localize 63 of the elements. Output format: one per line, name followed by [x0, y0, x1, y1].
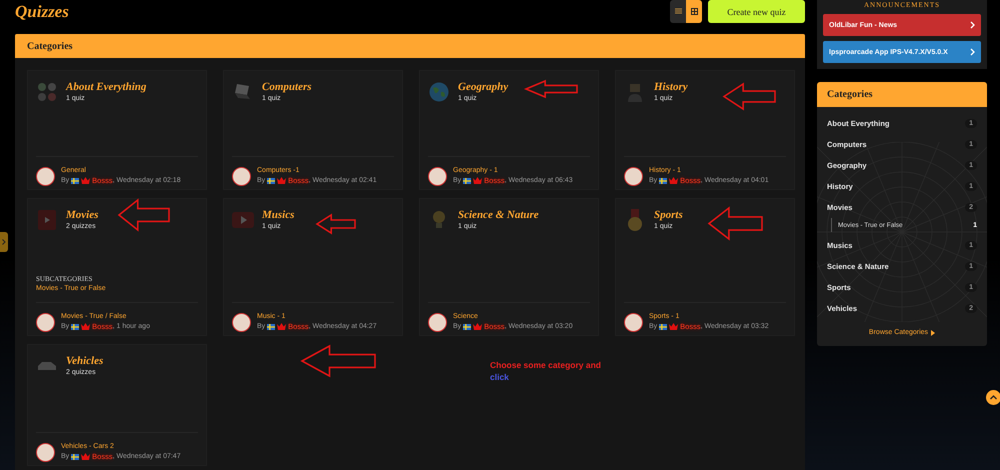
crown-icon: [81, 323, 90, 330]
crown-icon: [473, 323, 482, 330]
flag-icon: [71, 324, 80, 330]
flag-icon: [463, 178, 472, 184]
grid-icon: [690, 8, 698, 15]
category-title[interactable]: Movies: [66, 209, 98, 221]
flag-icon: [463, 324, 472, 330]
sidebar-title: Categories: [827, 89, 873, 100]
annotation-arrow: [118, 198, 170, 232]
crown-icon: [277, 323, 286, 330]
annotation-arrow: [316, 214, 356, 234]
category-title[interactable]: History: [654, 81, 688, 93]
category-title[interactable]: Geography: [458, 81, 508, 93]
avatar: [36, 442, 55, 462]
flag-icon: [71, 178, 80, 184]
crown-icon: [81, 177, 90, 184]
flag-icon: [659, 324, 668, 330]
annotation-arrow: [524, 80, 578, 98]
crown-icon: [473, 177, 482, 184]
medal-icon: [628, 209, 642, 231]
crown-icon: [669, 323, 678, 330]
annotation-arrow: [722, 82, 776, 110]
globe-icon: [429, 82, 449, 102]
avatar: [624, 166, 643, 186]
avatar: [624, 312, 643, 332]
flag-icon: [71, 454, 80, 460]
avatar: [428, 166, 447, 186]
play-icon: [232, 212, 254, 228]
film-icon: [38, 210, 56, 230]
caret-icon: [931, 330, 936, 336]
category-title[interactable]: Science & Nature: [458, 209, 539, 221]
category-title[interactable]: About Everything: [66, 81, 146, 93]
page-title: Quizzes: [15, 2, 69, 22]
category-title[interactable]: Sports: [654, 209, 683, 221]
chevron-up-icon: [990, 395, 997, 400]
chevron-right-icon: [970, 21, 975, 29]
avatar: [36, 312, 55, 332]
avatar: [232, 166, 251, 186]
crown-icon: [81, 453, 90, 460]
chevron-right-icon: [2, 239, 6, 245]
scroll-top-button[interactable]: [986, 390, 1000, 405]
annotation-arrow: [708, 206, 763, 241]
crown-icon: [669, 177, 678, 184]
car-icon: [37, 360, 57, 372]
category-title[interactable]: Computers: [262, 81, 312, 93]
light-bulb-icon: [433, 210, 445, 230]
create-quiz-button[interactable]: Create new quiz: [708, 0, 805, 23]
grid-view-button[interactable]: [686, 0, 702, 23]
flag-icon: [659, 178, 668, 184]
flag-icon: [267, 178, 276, 184]
list-view-button[interactable]: [670, 0, 686, 23]
crown-icon: [277, 177, 286, 184]
avatar: [428, 312, 447, 332]
avatar: [232, 312, 251, 332]
list-icon: [674, 8, 682, 15]
category-title[interactable]: Vehicles: [66, 355, 104, 367]
chevron-right-icon: [970, 48, 975, 56]
avatar: [36, 166, 55, 186]
annotation-text: Choose some category and: [490, 360, 602, 370]
panel-title: Categories: [27, 40, 73, 52]
flag-icon: [267, 324, 276, 330]
category-title[interactable]: Musics: [262, 209, 294, 221]
side-tab[interactable]: [0, 232, 8, 252]
